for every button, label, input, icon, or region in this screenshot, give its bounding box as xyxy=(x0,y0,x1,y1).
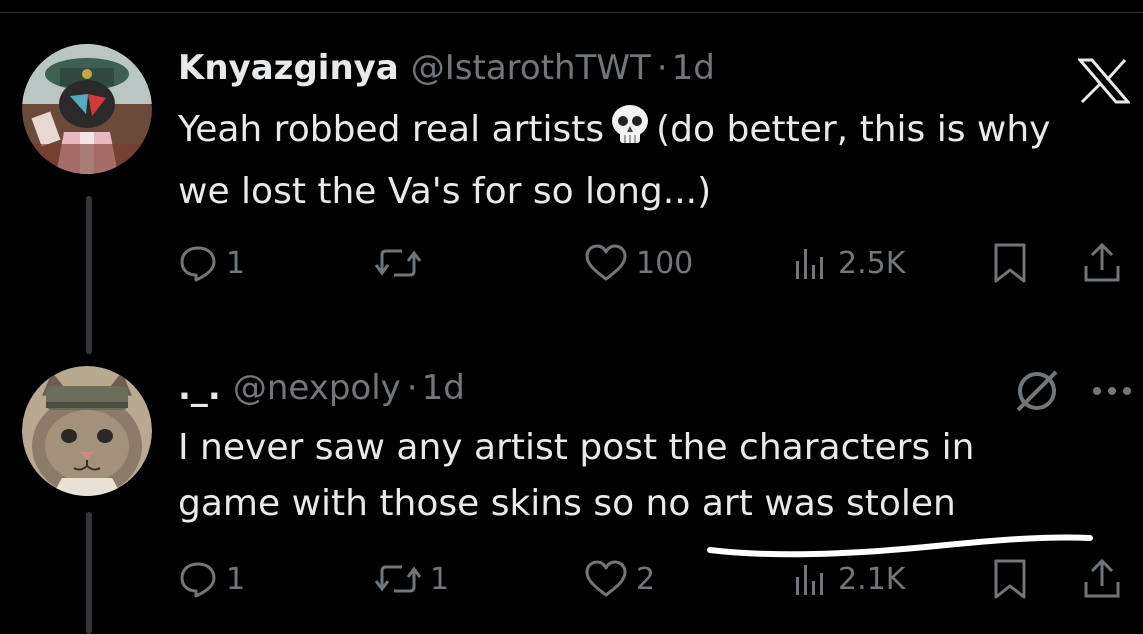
reply-count: 1 xyxy=(226,245,246,281)
handle[interactable]: @IstarothTWT xyxy=(411,48,651,88)
separator: · xyxy=(656,48,668,88)
reply-button[interactable]: 1 xyxy=(178,238,245,288)
tweet-text: I never saw any artist post the characte… xyxy=(178,427,975,524)
thread-line-lower xyxy=(86,512,92,634)
repost-count: 1 xyxy=(430,561,450,597)
repost-button[interactable]: 1 xyxy=(374,554,449,604)
display-name[interactable]: ._. xyxy=(178,368,221,408)
timestamp[interactable]: 1d xyxy=(672,48,715,88)
handle[interactable]: @nexpoly xyxy=(233,368,401,408)
reply-count: 1 xyxy=(226,561,246,597)
views-icon xyxy=(796,249,823,279)
like-button[interactable]: 100 xyxy=(584,238,693,288)
bookmark-icon xyxy=(994,243,1026,283)
timestamp[interactable]: 1d xyxy=(422,368,465,408)
tweet-header: Knyazginya @IstarothTWT · 1d xyxy=(178,48,715,88)
top-divider xyxy=(0,12,1143,13)
share-icon xyxy=(1084,558,1120,598)
views-icon xyxy=(796,565,823,595)
bookmark-button[interactable] xyxy=(992,554,1028,604)
skull-emoji-icon xyxy=(608,103,652,164)
reply-button[interactable]: 1 xyxy=(178,554,245,604)
view-count: 2.1K xyxy=(838,561,906,597)
like-count: 100 xyxy=(636,245,694,281)
avatar-nexpoly[interactable] xyxy=(22,366,152,496)
like-button[interactable]: 2 xyxy=(584,554,655,604)
display-name[interactable]: Knyazginya xyxy=(178,48,399,88)
share-button[interactable] xyxy=(1082,554,1122,604)
bookmark-icon xyxy=(994,559,1026,599)
tweet-text-part: Yeah robbed real artists xyxy=(178,109,605,150)
mute-icon[interactable] xyxy=(1012,366,1062,420)
tweet-header: ._. @nexpoly · 1d xyxy=(178,368,465,408)
tweet-text: Yeah robbed real artists (do better, thi… xyxy=(178,102,1078,220)
avatar-knyazginya[interactable] xyxy=(22,44,152,174)
repost-icon xyxy=(374,565,422,593)
heart-icon xyxy=(585,560,627,597)
tweet-actions: 1 100 2.5K xyxy=(178,238,1138,288)
separator: · xyxy=(406,368,418,408)
view-count: 2.5K xyxy=(838,245,906,281)
reply-icon xyxy=(180,562,216,598)
heart-icon xyxy=(585,244,627,281)
share-icon xyxy=(1084,242,1120,282)
tweet-actions: 1 1 2 2.1K xyxy=(178,554,1138,604)
share-button[interactable] xyxy=(1082,238,1122,288)
bookmark-button[interactable] xyxy=(992,238,1028,288)
thread-line-upper xyxy=(86,196,92,354)
repost-button[interactable] xyxy=(374,238,430,288)
repost-icon xyxy=(374,249,422,277)
more-icon[interactable] xyxy=(1092,382,1132,401)
views-button[interactable]: 2.5K xyxy=(790,238,905,288)
x-logo-icon xyxy=(1076,58,1132,108)
like-count: 2 xyxy=(636,561,656,597)
reply-icon xyxy=(180,246,216,282)
views-button[interactable]: 2.1K xyxy=(790,554,905,604)
